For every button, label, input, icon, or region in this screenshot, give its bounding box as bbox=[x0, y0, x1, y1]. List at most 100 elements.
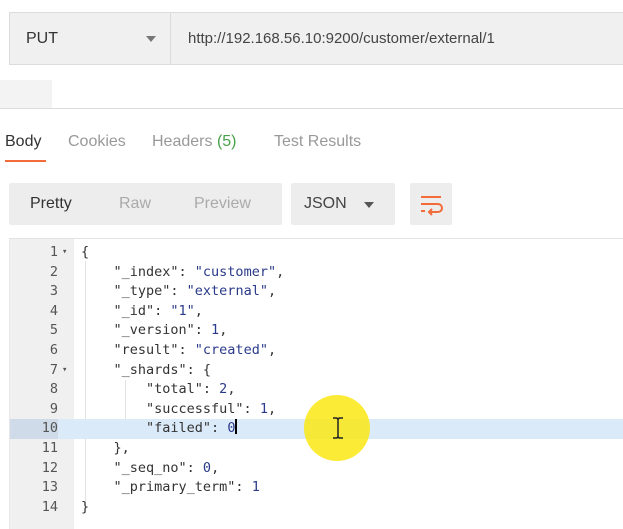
json-token: "successful": bbox=[81, 400, 260, 417]
line-number: 8 bbox=[49, 381, 58, 398]
code-text: }, bbox=[81, 439, 130, 459]
line-number: 5 bbox=[49, 322, 58, 339]
line-number: 1 bbox=[49, 244, 58, 260]
code-line: 6 "result": "created", bbox=[10, 341, 623, 361]
headers-count-badge: (5) bbox=[216, 133, 237, 150]
url-text: http://192.168.56.10:9200/customer/exter… bbox=[188, 30, 495, 47]
json-token: , bbox=[219, 322, 228, 339]
code-line: 13 "_primary_term": 1 bbox=[10, 478, 623, 498]
code-text: } bbox=[81, 498, 89, 518]
json-token: "failed": bbox=[81, 420, 228, 437]
text-cursor-icon bbox=[333, 417, 343, 439]
code-text: "_index": "customer", bbox=[81, 263, 285, 283]
fold-arrow-icon[interactable]: ▾ bbox=[62, 243, 67, 263]
url-input[interactable]: http://192.168.56.10:9200/customer/exter… bbox=[171, 12, 623, 65]
json-token: "_version": bbox=[81, 322, 212, 339]
json-token: { bbox=[81, 244, 90, 260]
code-text: "_type": "external", bbox=[81, 282, 277, 302]
pretty-button[interactable]: Pretty bbox=[30, 195, 72, 213]
json-token: "_shards": { bbox=[81, 361, 212, 378]
code-text: "_id": "1", bbox=[81, 302, 203, 322]
line-number: 3 bbox=[49, 283, 58, 300]
json-token: "_index": bbox=[81, 263, 195, 280]
tab-headers-label: Headers bbox=[152, 133, 213, 150]
params-tab-stub[interactable] bbox=[0, 80, 52, 108]
active-tab-indicator bbox=[5, 160, 46, 162]
code-line: 2 "_index": "customer", bbox=[10, 263, 623, 283]
json-token: , bbox=[227, 381, 236, 398]
method-select[interactable]: PUT bbox=[9, 12, 171, 65]
line-number: 12 bbox=[41, 459, 58, 476]
tab-body[interactable]: Body bbox=[5, 133, 41, 151]
response-body-editor[interactable]: 1 ▾{2 "_index": "customer", 3 "_type": "ex… bbox=[9, 238, 623, 529]
json-token: , bbox=[211, 459, 220, 476]
json-value: 1 bbox=[251, 479, 260, 496]
json-token: "total": bbox=[81, 381, 220, 398]
request-bar: PUT http://192.168.56.10:9200/customer/e… bbox=[0, 0, 623, 88]
json-token: , bbox=[267, 400, 277, 417]
code-line: 14} bbox=[10, 498, 623, 518]
code-text: "result": "created", bbox=[81, 341, 277, 361]
json-token: "_id": bbox=[81, 302, 171, 319]
format-select[interactable]: JSON bbox=[291, 183, 395, 225]
code-line: 5 "_version": 1, bbox=[10, 321, 623, 341]
code-text: "_primary_term": 1 bbox=[81, 478, 260, 498]
line-number: 14 bbox=[41, 498, 58, 515]
code-text: "total": 2, bbox=[81, 380, 235, 400]
json-token: , bbox=[194, 302, 203, 319]
code-text: "successful": 1, bbox=[81, 400, 276, 420]
tab-headers[interactable]: Headers (5) bbox=[152, 133, 237, 151]
tab-test-results[interactable]: Test Results bbox=[274, 133, 361, 151]
code-text: "_seq_no": 0, bbox=[81, 459, 220, 479]
line-number: 11 bbox=[41, 440, 58, 456]
text-caret bbox=[235, 419, 238, 435]
view-mode-group: Pretty Raw Preview bbox=[9, 183, 282, 225]
code-text: { bbox=[81, 243, 89, 263]
json-token: "_seq_no": bbox=[81, 459, 203, 476]
code-line: 4 "_id": "1", bbox=[10, 302, 623, 322]
json-token: } bbox=[81, 498, 90, 515]
json-value: 1 bbox=[259, 400, 268, 417]
json-value: "1" bbox=[170, 302, 195, 319]
json-token: , bbox=[267, 283, 277, 300]
format-label: JSON bbox=[304, 195, 347, 212]
preview-button[interactable]: Preview bbox=[194, 195, 251, 213]
json-value: 0 bbox=[202, 459, 212, 476]
json-token: "_primary_term": bbox=[81, 479, 252, 496]
chevron-down-icon bbox=[146, 36, 156, 42]
wrap-lines-icon bbox=[421, 196, 443, 216]
tab-cookies[interactable]: Cookies bbox=[68, 133, 126, 151]
chevron-down-icon bbox=[364, 202, 374, 208]
line-number: 13 bbox=[41, 479, 58, 496]
raw-button[interactable]: Raw bbox=[119, 195, 151, 213]
line-number: 4 bbox=[49, 302, 58, 319]
code-line: 3 "_type": "external", bbox=[10, 282, 623, 302]
code-line: 7 ▾ "_shards": { bbox=[10, 361, 623, 381]
code-line: 12 "_seq_no": 0, bbox=[10, 459, 623, 479]
json-token: }, bbox=[81, 440, 130, 456]
line-number: 2 bbox=[49, 263, 58, 280]
json-value: "customer" bbox=[194, 263, 277, 280]
params-strip bbox=[0, 80, 623, 109]
json-value: 0 bbox=[227, 420, 236, 437]
code-text: "_version": 1, bbox=[81, 321, 228, 341]
json-token: , bbox=[267, 342, 277, 358]
line-number: 7 bbox=[49, 361, 58, 378]
method-label: PUT bbox=[26, 29, 58, 47]
json-value: "external" bbox=[186, 283, 268, 300]
code-text: "failed": 0 bbox=[81, 419, 238, 439]
json-token: "result": bbox=[81, 342, 195, 358]
code-text: "_shards": { bbox=[81, 361, 212, 381]
code-line: 1 ▾ { bbox=[10, 243, 623, 263]
json-value: 1 bbox=[211, 322, 220, 339]
json-token: , bbox=[276, 263, 285, 280]
line-number: 6 bbox=[49, 342, 58, 358]
line-number: 10 bbox=[10, 419, 58, 439]
json-token: "_type": bbox=[81, 283, 187, 300]
json-value: "created" bbox=[194, 342, 268, 358]
code-line: 8 "total": 2, bbox=[10, 380, 623, 400]
wrap-lines-button[interactable] bbox=[410, 183, 452, 225]
response-tabs: Body Cookies Headers (5) Test Results bbox=[0, 124, 623, 164]
line-number: 9 bbox=[49, 400, 58, 417]
fold-arrow-icon[interactable]: ▾ bbox=[62, 361, 67, 381]
